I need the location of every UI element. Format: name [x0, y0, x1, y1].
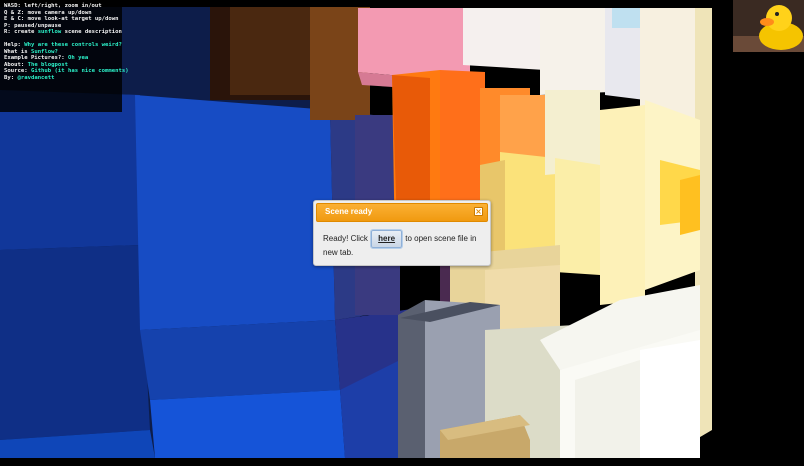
open-scene-file-button[interactable]: here	[370, 229, 404, 249]
scene-ready-dialog: Scene ready × Ready! Click here to open …	[313, 200, 491, 266]
what-is-sunflow-link[interactable]: Sunflow?	[31, 49, 58, 55]
help-link-label: Source:	[4, 68, 31, 75]
help-link-line-1: What is Sunflow?	[4, 49, 122, 56]
dialog-message-before: Ready! Click	[323, 234, 371, 243]
controls-help-panel: WASD: left/right, zoom in/out Q & Z: mov…	[0, 0, 129, 112]
help-create-line: R: create sunflow scene description	[4, 29, 122, 36]
help-link-label: Example Pictures?:	[4, 55, 68, 62]
help-link-label: Help:	[4, 41, 25, 48]
help-link-label: By:	[4, 74, 18, 81]
help-controls-2: E & C: move look-at target up/down	[4, 16, 119, 23]
help-controls-3: P: paused/unpause	[4, 22, 62, 29]
example-pictures-link[interactable]: Oh yea	[68, 55, 88, 61]
help-link-label: What is	[4, 48, 31, 55]
rubber-duck-icon	[733, 0, 804, 52]
help-link[interactable]: Why are these controls weird?	[24, 42, 122, 48]
close-icon[interactable]: ×	[474, 207, 483, 216]
help-link-line-2: Example Pictures?: Oh yea	[4, 55, 122, 62]
help-controls-0: WASD: left/right, zoom in/out	[4, 3, 102, 9]
author-link[interactable]: @ravdancett	[17, 75, 54, 81]
dialog-header: Scene ready ×	[316, 203, 488, 222]
dialog-title: Scene ready	[325, 207, 373, 216]
help-link-line-0: Help: Why are these controls weird?	[4, 42, 122, 49]
about-blogpost-link[interactable]: The blogpost	[28, 62, 68, 68]
help-link-line-3: About: The blogpost	[4, 62, 122, 69]
help-create-prefix: R: create	[4, 29, 38, 36]
source-github-link[interactable]: Github (it has nice comments)	[31, 68, 129, 74]
help-link-line-5: By: @ravdancett	[4, 75, 122, 82]
help-link-line-4: Source: Github (it has nice comments)	[4, 68, 129, 75]
sunflow-create-link[interactable]: sunflow	[38, 29, 62, 35]
help-controls-1: Q & Z: move camera up/down	[4, 9, 92, 16]
dialog-message: Ready! Click here to open scene file in …	[323, 229, 483, 258]
webcam-duck-thumbnail	[733, 0, 804, 52]
help-create-suffix: scene description	[61, 29, 122, 36]
help-link-label: About:	[4, 61, 28, 68]
